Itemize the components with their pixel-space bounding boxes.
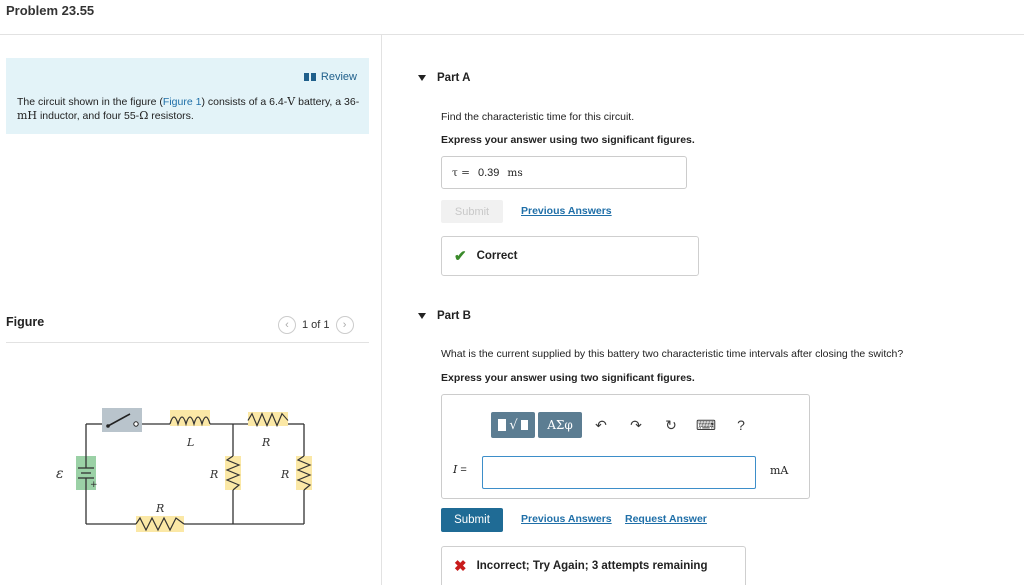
unit-ohm: Ω (139, 109, 149, 122)
part-b-feedback: ✖ Incorrect; Try Again; 3 attempts remai… (441, 546, 746, 585)
figure-divider (6, 342, 369, 343)
statement-text: battery, a 36- (295, 96, 360, 108)
part-a-answer-display: τ = 0.39 ms (441, 156, 687, 189)
part-b-submit-button[interactable]: Submit (441, 508, 503, 532)
column-divider (381, 35, 382, 585)
figure-pager: ‹ 1 of 1 › (278, 316, 354, 334)
part-b-answer-input[interactable] (482, 456, 756, 489)
emf-label: ε (56, 466, 64, 482)
current-input-label: I = (453, 463, 467, 476)
greek-symbols-button[interactable]: ΑΣφ (538, 412, 582, 438)
template-box-icon (520, 420, 528, 430)
problem-title: Problem 23.55 (6, 3, 95, 18)
switch-highlight (102, 408, 142, 432)
part-a-header[interactable]: Part A (418, 72, 470, 84)
part-b-title: Part B (437, 310, 471, 322)
review-label: Review (320, 71, 357, 83)
unit-millihenry: mH (17, 109, 38, 122)
part-a-submit-button[interactable]: Submit (441, 200, 503, 223)
statement-text: ) consists of a 6.4- (201, 96, 288, 108)
undo-icon[interactable]: ↶ (585, 412, 617, 438)
part-b-feedback-text: Incorrect; Try Again; 3 attempts remaini… (476, 560, 708, 572)
keyboard-icon[interactable]: ⌨ (690, 412, 722, 438)
part-a-instruction: Express your answer using two significan… (441, 134, 695, 146)
templates-button[interactable]: √ (491, 412, 535, 438)
unit-volts: V (287, 95, 296, 108)
statement-text: inductor, and four 55- (37, 110, 140, 122)
problem-intro-box: Review The circuit shown in the figure (… (6, 58, 369, 134)
part-a-answer-value: 0.39 (477, 166, 500, 179)
template-box-icon (498, 419, 507, 431)
part-a-feedback: ✔ Correct (441, 236, 699, 276)
resistor-middle-label: R (209, 468, 218, 481)
book-icon (303, 73, 316, 81)
help-icon[interactable]: ? (725, 412, 757, 438)
collapse-triangle-icon (418, 75, 426, 81)
part-b-answer-unit: mA (770, 464, 789, 477)
part-b-question: What is the current supplied by this bat… (441, 348, 904, 360)
resistor-bottom-label: R (155, 502, 164, 515)
reset-icon[interactable]: ↻ (655, 412, 687, 438)
statement-text: resistors. (148, 110, 194, 122)
sqrt-icon: √ (509, 417, 518, 433)
equals-sign: = (460, 464, 467, 476)
prev-figure-button[interactable]: ‹ (278, 316, 296, 334)
review-link[interactable]: Review (303, 71, 357, 83)
next-figure-button[interactable]: › (335, 316, 354, 334)
statement-text: The circuit shown in the figure ( (17, 96, 163, 108)
check-icon: ✔ (454, 248, 467, 265)
resistor-top-label: R (261, 436, 270, 449)
resistor-right-label: R (280, 468, 289, 481)
cross-icon: ✖ (454, 558, 467, 575)
collapse-triangle-icon (418, 313, 426, 319)
part-b-header[interactable]: Part B (418, 310, 471, 322)
math-toolbar: √ ΑΣφ ↶ ↷ ↻ ⌨ ? (491, 412, 757, 438)
redo-icon[interactable]: ↷ (620, 412, 652, 438)
header-divider (0, 34, 1024, 35)
current-symbol: I (453, 463, 458, 476)
part-b-answer-editor: √ ΑΣφ ↶ ↷ ↻ ⌨ ? I = mA (441, 394, 810, 499)
part-a-title: Part A (437, 72, 471, 84)
problem-statement: The circuit shown in the figure (Figure … (17, 95, 362, 123)
part-b-previous-answers-link[interactable]: Previous Answers (521, 513, 612, 525)
battery-plus-label: + (90, 480, 98, 490)
circuit-diagram: + ε L R R R R (56, 408, 312, 532)
part-a-question: Find the characteristic time for this ci… (441, 111, 635, 123)
inductor-label: L (186, 436, 194, 449)
figure-heading: Figure (6, 315, 45, 329)
part-b-instruction: Express your answer using two significan… (441, 372, 695, 384)
part-a-feedback-text: Correct (476, 250, 518, 262)
tau-symbol: τ = (452, 166, 470, 179)
figure-link[interactable]: Figure 1 (163, 96, 202, 108)
request-answer-link[interactable]: Request Answer (625, 513, 707, 525)
figure-page-indicator: 1 of 1 (302, 319, 330, 331)
part-a-previous-answers-link[interactable]: Previous Answers (521, 205, 612, 217)
part-a-answer-unit: ms (507, 166, 523, 179)
